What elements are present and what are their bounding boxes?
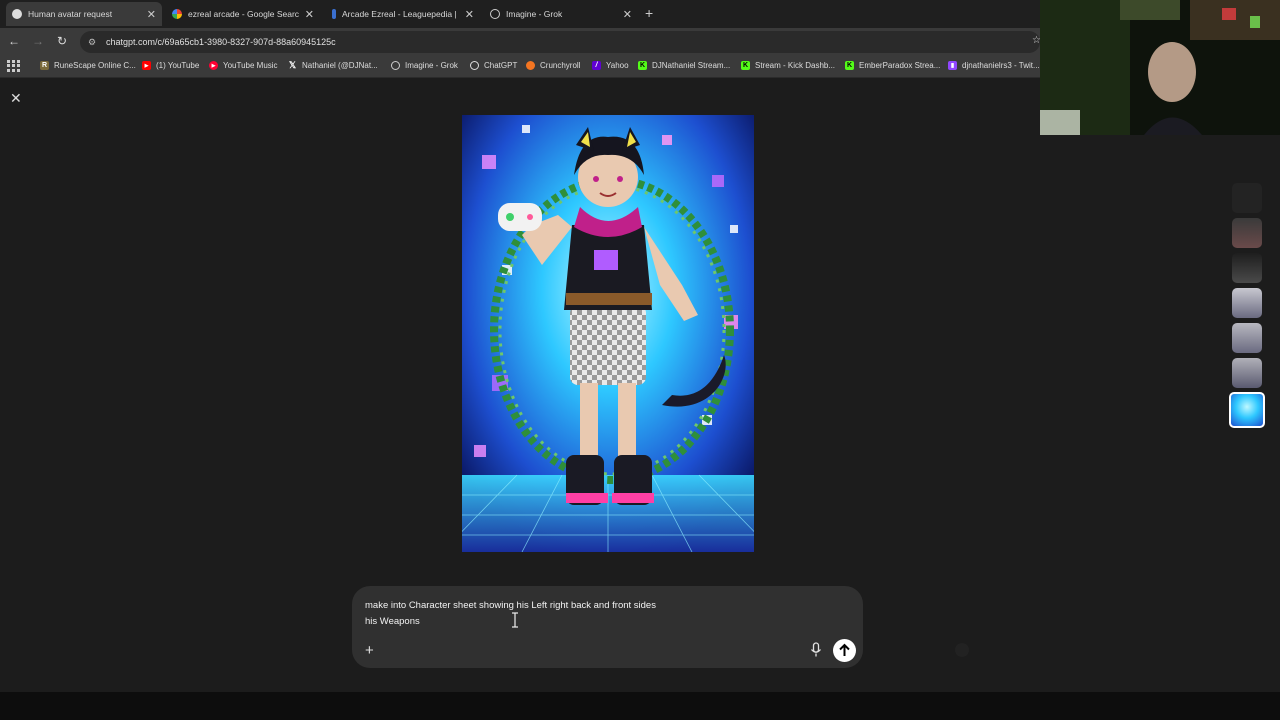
close-icon[interactable]: ✕ — [465, 8, 474, 21]
bookmark-label: RuneScape Online C... — [54, 61, 136, 70]
url-text: chatgpt.com/c/69a65cb1-3980-8327-907d-88… — [106, 37, 336, 47]
youtube-icon: ▶ — [142, 61, 151, 70]
kick-icon: K — [638, 61, 647, 70]
chatgpt-icon — [470, 61, 479, 70]
bookmark-runescape[interactable]: R RuneScape Online C... — [40, 61, 136, 70]
webcam-overlay — [1040, 0, 1280, 135]
bookmark-twitch[interactable]: ▮ djnathanielrs3 - Twit... — [948, 61, 1040, 70]
back-icon[interactable]: ← — [6, 34, 22, 48]
tab-label: Imagine - Grok — [506, 9, 563, 19]
tab-label: ezreal arcade - Google Search — [188, 9, 299, 19]
site-info-icon[interactable]: ⚙ — [88, 37, 98, 47]
avatar-illustration — [462, 115, 754, 552]
tab-google-search[interactable]: ezreal arcade - Google Search ✕ — [166, 2, 320, 26]
kick-icon: K — [741, 61, 750, 70]
forward-icon[interactable]: → — [30, 34, 46, 48]
bottom-bar — [0, 692, 1280, 720]
bookmark-label: Yahoo — [606, 61, 629, 70]
bookmark-chatgpt[interactable]: ChatGPT — [470, 61, 517, 70]
bookmark-label: EmberParadox Strea... — [859, 61, 941, 70]
bookmark-label: Stream - Kick Dashb... — [755, 61, 836, 70]
apps-grid-icon[interactable] — [7, 60, 20, 72]
thumbnail-1[interactable] — [1232, 183, 1262, 213]
thumbnail-2[interactable] — [1232, 218, 1262, 248]
crunchyroll-icon — [526, 61, 535, 70]
faint-overlay-icon — [955, 643, 969, 657]
close-icon[interactable]: ✕ — [147, 8, 156, 21]
bookmark-kick-dashboard[interactable]: K Stream - Kick Dashb... — [741, 61, 835, 70]
yahoo-icon: / — [592, 61, 601, 70]
new-tab-button[interactable]: + — [645, 5, 653, 21]
send-button[interactable] — [833, 639, 856, 662]
prompt-input[interactable]: make into Character sheet showing his Le… — [365, 598, 765, 630]
x-icon: 𝕏 — [288, 60, 297, 70]
tab-label: Human avatar request — [28, 9, 113, 19]
thumbnail-7-selected[interactable] — [1229, 392, 1265, 428]
thumbnail-3[interactable] — [1232, 253, 1262, 283]
kick-icon: K — [845, 61, 854, 70]
bookmark-label: Nathaniel (@DJNat... — [302, 61, 378, 70]
bookmark-youtube-music[interactable]: ▶ YouTube Music — [209, 61, 278, 70]
grok-icon — [490, 9, 500, 19]
tab-human-avatar-request[interactable]: Human avatar request ✕ — [6, 2, 162, 26]
arrow-up-icon — [839, 643, 850, 656]
bookmark-yahoo[interactable]: / Yahoo — [592, 61, 629, 70]
bookmark-label: ChatGPT — [484, 61, 518, 70]
generated-image[interactable] — [462, 115, 754, 552]
text-cursor-icon — [512, 612, 518, 628]
close-icon[interactable]: ✕ — [10, 90, 22, 107]
bookmark-djnathaniel-stream[interactable]: K DJNathaniel Stream... — [638, 61, 730, 70]
bookmark-crunchyroll[interactable]: Crunchyroll — [526, 61, 580, 70]
thumbnail-5[interactable] — [1232, 323, 1262, 353]
grok-icon — [391, 61, 400, 70]
close-icon[interactable]: ✕ — [623, 8, 632, 21]
close-icon[interactable]: ✕ — [305, 8, 314, 21]
prompt-composer[interactable]: make into Character sheet showing his Le… — [352, 586, 863, 668]
tab-leaguepedia[interactable]: Arcade Ezreal - Leaguepedia | L ✕ — [326, 2, 480, 26]
bookmark-label: DJNathaniel Stream... — [652, 61, 731, 70]
microphone-icon[interactable] — [810, 642, 822, 658]
reload-icon[interactable]: ↻ — [54, 34, 70, 48]
youtube-music-icon: ▶ — [209, 61, 218, 70]
leaguepedia-icon — [332, 9, 336, 19]
bookmark-label: Imagine - Grok — [405, 61, 458, 70]
bookmark-label: (1) YouTube — [156, 61, 200, 70]
bookmark-label: Crunchyroll — [540, 61, 581, 70]
twitch-icon: ▮ — [948, 61, 957, 70]
bookmark-x-nathaniel[interactable]: 𝕏 Nathaniel (@DJNat... — [288, 60, 378, 70]
address-bar[interactable]: ⚙ chatgpt.com/c/69a65cb1-3980-8327-907d-… — [80, 31, 1040, 53]
chatgpt-icon — [12, 9, 22, 19]
thumbnail-4[interactable] — [1232, 288, 1262, 318]
bookmark-emberparadox[interactable]: K EmberParadox Strea... — [845, 61, 940, 70]
runescape-icon: R — [40, 61, 49, 70]
thumbnail-6[interactable] — [1232, 358, 1262, 388]
bookmark-label: djnathanielrs3 - Twit... — [962, 61, 1040, 70]
bookmark-label: YouTube Music — [223, 61, 278, 70]
bookmark-imagine-grok[interactable]: Imagine - Grok — [391, 61, 458, 70]
bookmark-youtube[interactable]: ▶ (1) YouTube — [142, 61, 199, 70]
tab-imagine-grok[interactable]: Imagine - Grok ✕ — [484, 2, 638, 26]
tab-label: Arcade Ezreal - Leaguepedia | L — [342, 9, 459, 19]
add-attachment-icon[interactable]: + — [365, 642, 374, 659]
google-icon — [172, 9, 182, 19]
